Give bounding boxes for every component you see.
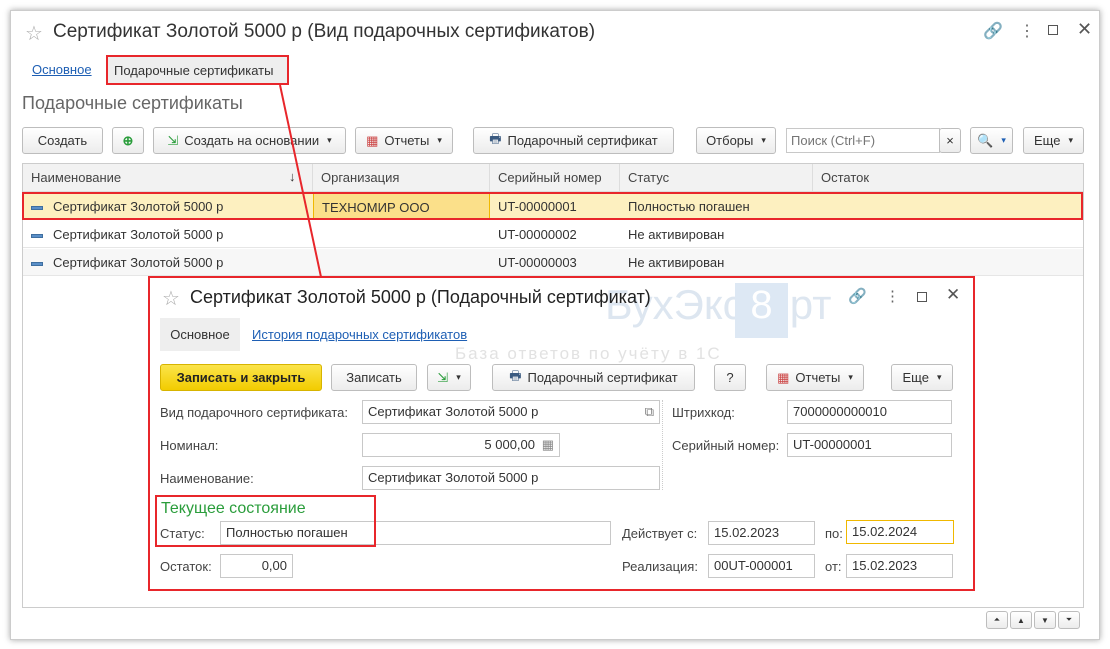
create-based-icon: ⇲ <box>437 369 449 385</box>
sale-date-label: от: <box>825 559 842 574</box>
highlight-state-box <box>155 495 376 547</box>
gift-certificate-print-button[interactable]: 🖶 Подарочный сертификат <box>492 364 695 391</box>
dialog-title: Сертификат Золотой 5000 р (Подарочный се… <box>190 287 651 307</box>
kind-field[interactable]: Сертификат Золотой 5000 р ⧉ <box>362 400 660 424</box>
more-button[interactable]: Еще <box>891 364 953 391</box>
sale-label: Реализация: <box>622 559 698 574</box>
close-icon[interactable]: ✕ <box>946 285 960 305</box>
name-field[interactable]: Сертификат Золотой 5000 р <box>362 466 660 490</box>
calculator-icon[interactable]: ▦ <box>542 434 554 456</box>
watermark-8: 8 <box>735 283 788 338</box>
divider <box>662 400 663 490</box>
serial-field[interactable]: UT-00000001 <box>787 433 952 457</box>
maximize-icon[interactable] <box>917 292 927 302</box>
save-and-close-button[interactable]: Записать и закрыть <box>160 364 322 391</box>
create-based-button[interactable]: ⇲ <box>427 364 471 391</box>
reports-icon: ▦ <box>777 369 790 385</box>
sale-date-field[interactable]: 15.02.2023 <box>846 554 953 578</box>
rest-label: Остаток: <box>160 559 212 574</box>
open-icon[interactable]: ⧉ <box>645 401 654 423</box>
serial-label: Серийный номер: <box>672 438 780 453</box>
more-vert-icon[interactable]: ⋮ <box>885 287 900 305</box>
nominal-value: 5 000,00 <box>484 437 535 452</box>
help-button[interactable]: ? <box>714 364 746 391</box>
dialog-tab-main[interactable]: Основное <box>160 318 240 351</box>
favorite-star-icon[interactable]: ☆ <box>162 286 180 311</box>
nominal-field[interactable]: 5 000,00 ▦ <box>362 433 560 457</box>
barcode-field[interactable]: 7000000000010 <box>787 400 952 424</box>
name-label: Наименование: <box>160 471 254 486</box>
barcode-label: Штрихкод: <box>672 405 735 420</box>
dialog-tab-history[interactable]: История подарочных сертификатов <box>252 327 467 342</box>
kind-label: Вид подарочного сертификата: <box>160 405 348 420</box>
valid-from-label: Действует с: <box>622 526 698 541</box>
valid-from-field[interactable]: 15.02.2023 <box>708 521 815 545</box>
nominal-label: Номинал: <box>160 438 219 453</box>
valid-to-field[interactable]: 15.02.2024 <box>846 520 954 544</box>
save-button[interactable]: Записать <box>331 364 417 391</box>
kind-value: Сертификат Золотой 5000 р <box>368 404 539 419</box>
reports-label: Отчеты <box>795 370 841 385</box>
gift-cert-label: Подарочный сертификат <box>527 370 678 385</box>
valid-to-label: по: <box>825 526 843 541</box>
reports-button[interactable]: ▦ Отчеты <box>766 364 864 391</box>
link-icon[interactable]: 🔗 <box>848 287 867 305</box>
watermark-tagline: База ответов по учёту в 1С <box>455 344 722 363</box>
sale-field[interactable]: 00UT-000001 <box>708 554 815 578</box>
rest-field[interactable]: 0,00 <box>220 554 293 578</box>
printer-icon: 🖶 <box>509 367 522 383</box>
